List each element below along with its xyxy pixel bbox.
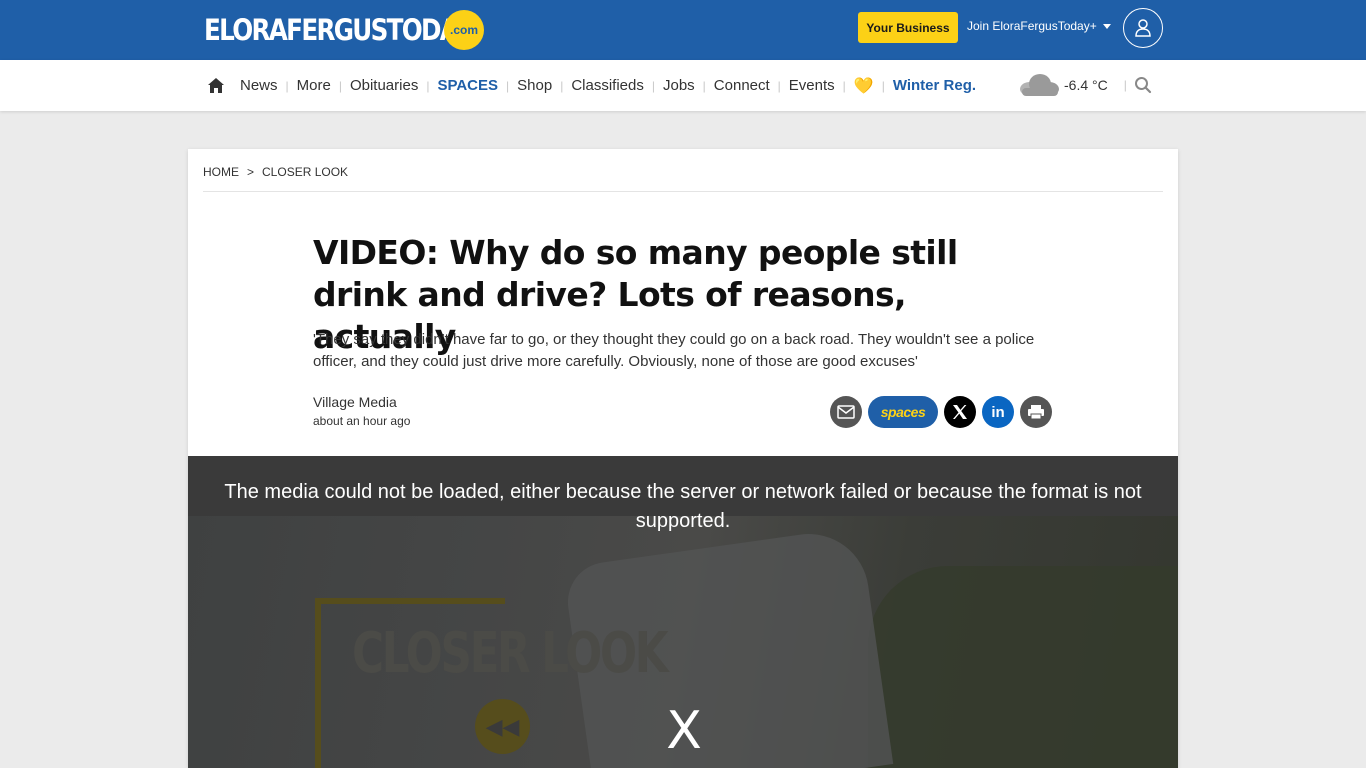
site-header: ELORAFERGUSTODAY .com Your Business Join… bbox=[0, 0, 1366, 60]
nav-item-obituaries[interactable]: Obituaries bbox=[342, 77, 426, 94]
nav-item-connect[interactable]: Connect bbox=[706, 77, 778, 94]
search-button[interactable] bbox=[1134, 76, 1152, 99]
media-error-message: The media could not be loaded, either be… bbox=[224, 481, 1142, 532]
article-author[interactable]: Village Media bbox=[313, 394, 397, 410]
nav-separator: | bbox=[1123, 78, 1127, 92]
home-link[interactable] bbox=[207, 78, 232, 93]
main-nav: News | More | Obituaries | SPACES | Shop… bbox=[0, 60, 1366, 111]
nav-item-classifieds[interactable]: Classifieds bbox=[563, 77, 652, 94]
share-linkedin-button[interactable]: in bbox=[982, 396, 1014, 428]
nav-item-jobs[interactable]: Jobs bbox=[655, 77, 703, 94]
video-player[interactable]: CLOSER LOOK ◀◀ The media could not be lo… bbox=[188, 456, 1178, 768]
video-poster-foliage bbox=[868, 566, 1178, 768]
breadcrumb-home[interactable]: HOME bbox=[203, 165, 239, 179]
site-logo[interactable]: ELORAFERGUSTODAY .com bbox=[204, 10, 518, 50]
user-icon bbox=[1135, 19, 1151, 37]
breadcrumb: HOME > CLOSER LOOK bbox=[203, 165, 348, 179]
weather-temp: -6.4 °C bbox=[1064, 77, 1108, 93]
share-x-button[interactable] bbox=[944, 396, 976, 428]
nav-item-more[interactable]: More bbox=[289, 77, 339, 94]
search-icon bbox=[1135, 77, 1152, 94]
divider bbox=[203, 191, 1163, 192]
x-icon bbox=[953, 405, 967, 419]
print-button[interactable] bbox=[1020, 396, 1052, 428]
weather-widget[interactable]: -6.4 °C | bbox=[1016, 71, 1127, 99]
breadcrumb-closer-look[interactable]: CLOSER LOOK bbox=[262, 165, 348, 179]
linkedin-icon: in bbox=[991, 403, 1005, 421]
account-button[interactable] bbox=[1123, 8, 1163, 48]
share-spaces-button[interactable]: spaces bbox=[868, 396, 938, 428]
article-dek: 'They say they didn't have far to go, or… bbox=[313, 331, 1035, 370]
close-video-button[interactable]: X bbox=[662, 701, 706, 761]
article-card: HOME > CLOSER LOOK VIDEO: Why do so many… bbox=[188, 149, 1178, 768]
share-bar: spaces in bbox=[830, 396, 1052, 428]
closer-look-overlay: CLOSER LOOK bbox=[352, 621, 669, 686]
nav-item-news[interactable]: News bbox=[232, 77, 286, 94]
nav-item-shop[interactable]: Shop bbox=[509, 77, 560, 94]
heart-icon[interactable]: 💛 bbox=[846, 76, 882, 96]
breadcrumb-separator: > bbox=[247, 165, 255, 179]
nav-item-winter-reg[interactable]: Winter Reg. bbox=[885, 77, 984, 94]
nav-item-events[interactable]: Events bbox=[781, 77, 843, 94]
nav-item-spaces[interactable]: SPACES bbox=[429, 77, 506, 94]
your-business-button[interactable]: Your Business bbox=[858, 12, 958, 43]
rewind-icon: ◀◀ bbox=[475, 699, 530, 754]
join-label: Join EloraFergusToday+ bbox=[967, 19, 1097, 33]
mail-icon bbox=[837, 405, 855, 419]
logo-wordmark: ELORAFERGUSTODAY bbox=[204, 13, 473, 47]
spaces-icon: spaces bbox=[880, 404, 926, 420]
article-timestamp: about an hour ago bbox=[313, 414, 411, 428]
join-menu[interactable]: Join EloraFergusToday+ bbox=[967, 19, 1111, 33]
home-icon bbox=[208, 78, 224, 93]
cloud-icon bbox=[1020, 74, 1059, 96]
print-icon bbox=[1028, 405, 1044, 420]
caret-down-icon bbox=[1102, 23, 1111, 29]
share-email-button[interactable] bbox=[830, 396, 862, 428]
logo-badge: .com bbox=[444, 10, 484, 50]
